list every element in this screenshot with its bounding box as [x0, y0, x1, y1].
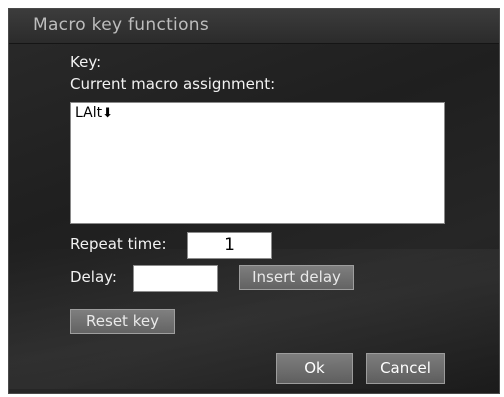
key-down-arrow-icon: ⬇: [102, 106, 113, 121]
insert-delay-button[interactable]: Insert delay: [239, 265, 354, 290]
current-assignment-label: Current macro assignment:: [70, 75, 276, 93]
key-label: Key:: [70, 53, 102, 71]
macro-assignment-list[interactable]: LAlt⬇: [70, 102, 445, 224]
macro-key-dialog: Macro key functions Key: Current macro a…: [8, 8, 500, 394]
repeat-time-input[interactable]: 1: [187, 232, 272, 259]
delay-input[interactable]: [133, 265, 218, 292]
assignment-key-text: LAlt: [75, 105, 103, 121]
reset-key-button[interactable]: Reset key: [70, 309, 175, 334]
repeat-time-label: Repeat time:: [70, 235, 167, 253]
title-bar: Macro key functions: [9, 9, 499, 44]
cancel-button[interactable]: Cancel: [366, 353, 445, 384]
ok-button[interactable]: Ok: [276, 353, 353, 384]
dialog-title: Macro key functions: [33, 15, 210, 35]
delay-label: Delay:: [70, 268, 117, 286]
assignment-item[interactable]: LAlt⬇: [75, 105, 113, 121]
